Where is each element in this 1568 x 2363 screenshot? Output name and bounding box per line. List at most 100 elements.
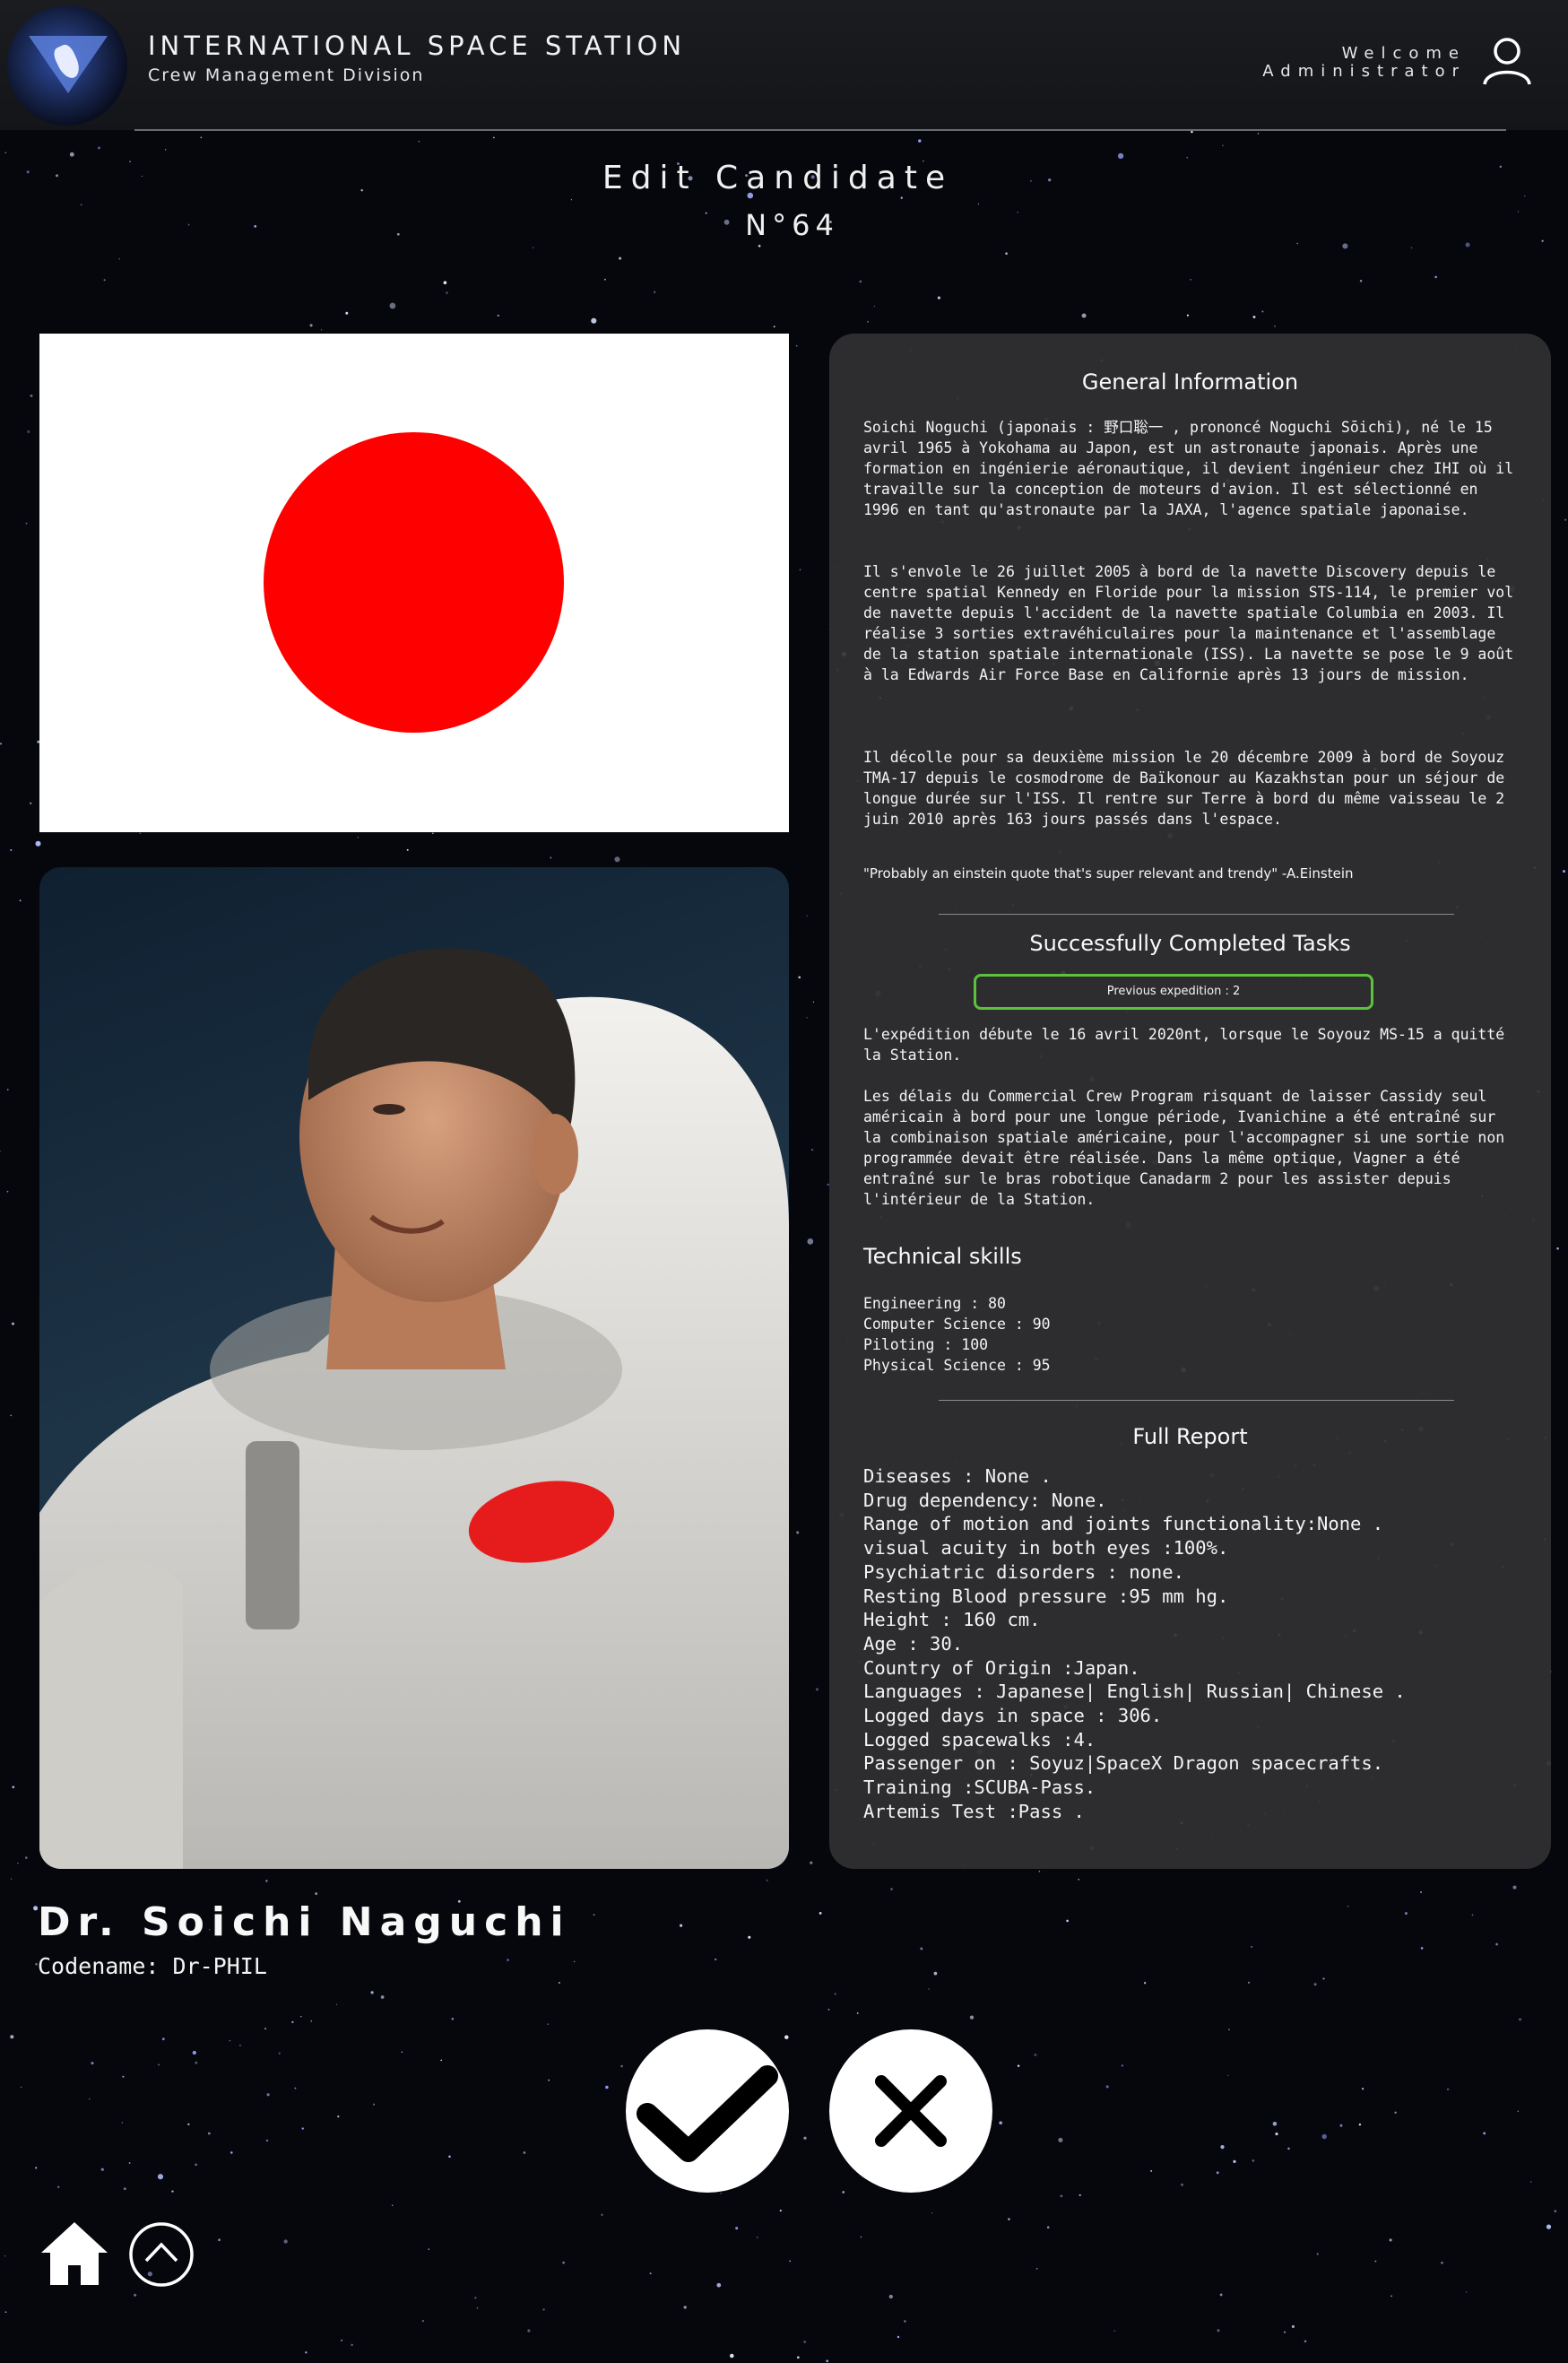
skill-line: Physical Science : 95: [863, 1357, 1051, 1374]
star: [798, 976, 801, 979]
star: [1190, 278, 1192, 281]
star: [570, 199, 573, 201]
star: [1222, 144, 1224, 147]
star: [1257, 133, 1260, 135]
star: [10, 848, 13, 852]
candidate-info-panel[interactable]: General Information Soichi Noguchi (japo…: [829, 334, 1551, 1869]
star: [341, 2339, 343, 2341]
star: [301, 2127, 304, 2130]
star: [118, 258, 120, 260]
star: [345, 311, 349, 315]
star: [91, 2062, 94, 2065]
star: [10, 2035, 14, 2039]
general-info-paragraph: Il s'envole le 26 juillet 2005 à bord de…: [863, 563, 1523, 683]
star: [283, 2239, 288, 2244]
iss-logo-icon[interactable]: [7, 5, 127, 126]
star: [103, 279, 106, 282]
star: [1394, 2111, 1397, 2114]
star: [35, 840, 41, 847]
star: [523, 2151, 526, 2154]
star: [619, 256, 622, 260]
star: [1483, 2132, 1486, 2135]
star: [806, 915, 808, 917]
section-divider: [939, 914, 1454, 915]
star: [1321, 2133, 1327, 2140]
star: [999, 2121, 1003, 2125]
star: [440, 2059, 443, 2062]
star: [25, 1856, 28, 1859]
star: [680, 1924, 683, 1927]
star: [562, 2261, 565, 2264]
star: [1471, 1914, 1474, 1916]
star: [803, 2136, 807, 2140]
star: [803, 2340, 807, 2343]
star: [1143, 1982, 1147, 1985]
star: [933, 1971, 938, 1976]
star: [558, 1981, 561, 1985]
star: [1017, 2064, 1020, 2067]
flag-disc: [264, 432, 564, 733]
star: [1556, 1247, 1559, 1250]
star: [10, 1414, 13, 1417]
star: [230, 2151, 233, 2154]
star: [134, 2293, 137, 2297]
star: [200, 136, 203, 139]
confirm-button[interactable]: [626, 2029, 789, 2193]
star: [1247, 1981, 1251, 1984]
star: [810, 1861, 813, 1864]
star: [443, 281, 447, 285]
star: [1035, 2267, 1038, 2270]
star: [1121, 2064, 1124, 2067]
star: [238, 2044, 241, 2046]
report-line: Diseases : None .: [863, 1465, 1052, 1487]
star: [593, 1914, 595, 1916]
star: [4, 2311, 7, 2314]
star: [547, 2023, 549, 2025]
star: [320, 329, 323, 331]
star: [1404, 1912, 1408, 1916]
user-icon[interactable]: [1481, 34, 1533, 88]
star: [401, 2051, 403, 2054]
star: [6, 1190, 9, 1193]
star: [448, 2155, 451, 2159]
star: [357, 836, 360, 838]
star: [1078, 1878, 1080, 1881]
star: [1066, 1919, 1069, 1923]
star: [920, 1947, 923, 1950]
candidate-codename: Codename: Dr-PHIL: [38, 1953, 267, 1979]
star: [591, 317, 597, 324]
org-subtitle: Crew Management Division: [148, 65, 425, 85]
star: [266, 2093, 270, 2097]
cancel-button[interactable]: [829, 2029, 992, 2193]
star: [1530, 2181, 1532, 2183]
scroll-top-button[interactable]: [128, 2221, 195, 2288]
star: [1058, 2137, 1063, 2142]
tasks-paragraph: Les délais du Commercial Crew Program ri…: [863, 1088, 1514, 1208]
star: [873, 305, 876, 308]
star: [1216, 2171, 1219, 2175]
star: [1546, 2224, 1552, 2229]
star: [1217, 2329, 1220, 2333]
page-title: Edit Candidate: [602, 160, 954, 196]
star: [1272, 2122, 1278, 2126]
welcome-line: Welcome: [1341, 44, 1466, 63]
star: [918, 139, 922, 143]
star: [548, 2079, 550, 2081]
star: [1046, 2226, 1050, 2228]
star: [928, 1988, 930, 1990]
star: [1434, 275, 1437, 279]
star: [1389, 2238, 1392, 2242]
star: [291, 2020, 294, 2024]
star: [100, 2168, 104, 2171]
candidate-number: N°64: [745, 208, 839, 242]
star: [1034, 2053, 1037, 2056]
star: [418, 140, 420, 143]
star: [122, 2075, 125, 2078]
tasks-heading: Successfully Completed Tasks: [1029, 931, 1351, 956]
general-info-paragraph: Il décolle pour sa deuxième mission le 2…: [863, 749, 1514, 828]
star: [128, 2162, 131, 2164]
star: [1296, 242, 1298, 245]
star: [1313, 1983, 1317, 1986]
star: [474, 2297, 477, 2299]
home-button[interactable]: [39, 2220, 109, 2287]
